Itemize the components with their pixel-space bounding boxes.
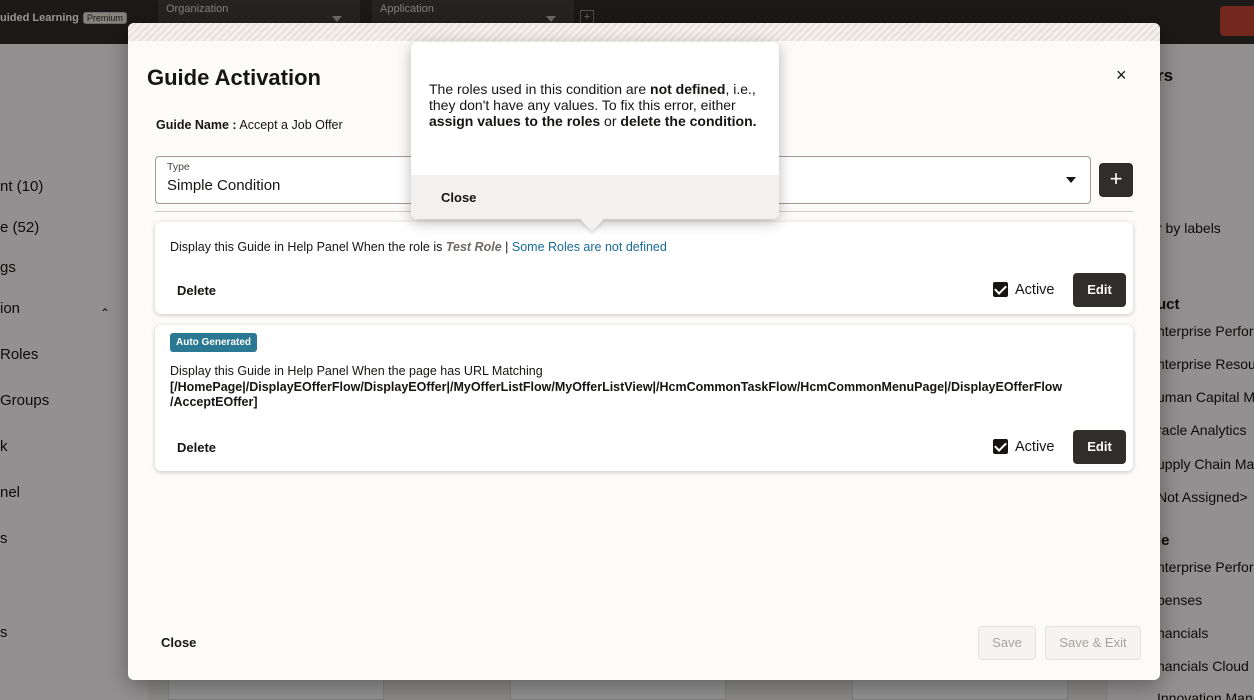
- close-button[interactable]: Close: [161, 635, 196, 650]
- active-label: Active: [1015, 439, 1055, 455]
- edit-button[interactable]: Edit: [1073, 430, 1126, 464]
- url-pattern-line: /AcceptEOffer]: [170, 395, 258, 409]
- popover-message: The roles used in this condition are not…: [429, 81, 759, 129]
- url-pattern-line: [/HomePage|/DisplayEOfferFlow/DisplayEOf…: [170, 380, 1063, 394]
- edit-button[interactable]: Edit: [1073, 273, 1126, 307]
- type-value: Simple Condition: [167, 177, 281, 194]
- popover-close-button[interactable]: Close: [441, 190, 476, 205]
- popover-footer: Close: [411, 175, 779, 219]
- delete-button[interactable]: Delete: [177, 283, 216, 298]
- active-checkbox[interactable]: [993, 282, 1008, 297]
- msg-emphasis: delete the condition.: [620, 113, 757, 129]
- condition-text: Display this Guide in Help Panel When th…: [170, 241, 667, 254]
- auto-generated-badge: Auto Generated: [170, 333, 258, 352]
- active-checkbox[interactable]: [993, 439, 1008, 454]
- save-button[interactable]: Save: [978, 626, 1036, 660]
- guide-name-value: Accept a Job Offer: [239, 118, 343, 132]
- dialog-title: Guide Activation: [147, 65, 321, 90]
- msg-text: or: [600, 113, 621, 129]
- close-icon[interactable]: ×: [1116, 65, 1127, 86]
- msg-emphasis: not defined: [650, 81, 726, 97]
- condition-text: Display this Guide in Help Panel When th…: [170, 364, 543, 378]
- type-label: Type: [167, 161, 190, 173]
- separator: |: [505, 240, 509, 254]
- dialog-header-pattern: [128, 23, 1160, 41]
- roles-not-defined-link[interactable]: Some Roles are not defined: [512, 240, 667, 254]
- condition-role: Test Role: [445, 240, 502, 254]
- save-exit-button[interactable]: Save & Exit: [1045, 626, 1141, 660]
- active-label: Active: [1015, 282, 1055, 298]
- condition-card: Display this Guide in Help Panel When th…: [155, 222, 1133, 314]
- delete-button[interactable]: Delete: [177, 440, 216, 455]
- chevron-down-icon[interactable]: [1066, 177, 1076, 183]
- msg-text: The roles used in this condition are: [429, 81, 651, 97]
- condition-prefix: Display this Guide in Help Panel When th…: [170, 240, 443, 254]
- condition-card: Auto Generated Display this Guide in Hel…: [155, 325, 1133, 471]
- condition-url-pattern: [/HomePage|/DisplayEOfferFlow/DisplayEOf…: [170, 380, 1125, 410]
- guide-name-label: Guide Name :: [156, 118, 237, 132]
- msg-emphasis: assign values to the roles: [429, 113, 601, 129]
- roles-error-popover: The roles used in this condition are not…: [411, 42, 779, 232]
- guide-name: Guide Name : Accept a Job Offer: [156, 118, 343, 132]
- add-condition-button[interactable]: +: [1099, 163, 1133, 197]
